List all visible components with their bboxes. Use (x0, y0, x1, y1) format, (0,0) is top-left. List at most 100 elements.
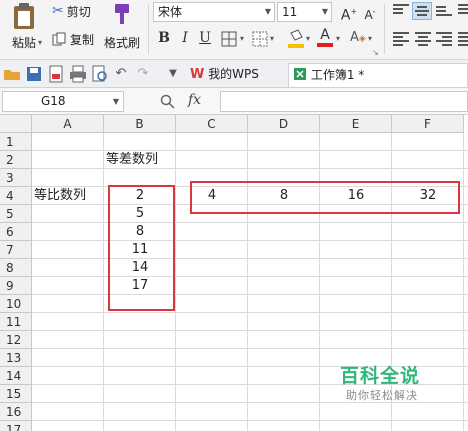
row-header-15[interactable]: 15 (0, 385, 32, 403)
ribbon-divider (384, 4, 385, 54)
chevron-down-icon[interactable]: ▾ (240, 34, 244, 43)
formula-bar: G18 ▼ fx (0, 88, 468, 115)
paste-button[interactable]: 粘贴 (4, 2, 44, 56)
copy-label: 复制 (70, 32, 95, 47)
clipboard-icon (14, 3, 34, 29)
chevron-down-icon[interactable]: ▾ (306, 34, 310, 43)
wrap-text-icon[interactable] (458, 4, 468, 18)
row-gridline (32, 150, 468, 151)
copy-button[interactable]: 复制 (52, 30, 94, 48)
font-size-value: 11 (282, 5, 298, 19)
quick-access-toolbar: ↶ ↷ ▼ W 我的WPS 工作簿1 * (0, 60, 468, 88)
row-gridline (32, 222, 468, 223)
watermark-title: 百科全说 (340, 365, 421, 387)
dialog-launcher-icon[interactable]: ↘ (372, 48, 379, 57)
row-header-16[interactable]: 16 (0, 403, 32, 421)
row-header-8[interactable]: 8 (0, 259, 32, 277)
cell-style-icon[interactable] (252, 31, 268, 47)
row-header-6[interactable]: 6 (0, 223, 32, 241)
undo-icon[interactable]: ↶ (112, 65, 130, 83)
fill-bucket-icon[interactable] (287, 29, 305, 49)
chevron-down-icon[interactable]: ▾ (368, 34, 372, 43)
row-header-11[interactable]: 11 (0, 313, 32, 331)
name-box-value: G18 (41, 94, 66, 108)
export-pdf-icon[interactable] (47, 65, 65, 83)
row-header-12[interactable]: 12 (0, 331, 32, 349)
select-all-corner[interactable] (0, 115, 32, 133)
watermark: 百科全说 助你轻松解决 (322, 355, 462, 411)
redo-icon[interactable]: ↷ (134, 65, 152, 83)
border-icon[interactable] (221, 31, 237, 47)
row-gridline (32, 294, 468, 295)
chevron-down-icon[interactable]: ▾ (270, 34, 274, 43)
watermark-subtitle: 助你轻松解决 (346, 389, 418, 402)
row-gridline (32, 348, 468, 349)
decrease-font-icon[interactable]: A- (361, 3, 379, 22)
scissors-icon: ✂ (52, 3, 64, 19)
align-right-icon[interactable] (436, 32, 452, 46)
row-header-7[interactable]: 7 (0, 241, 32, 259)
open-folder-icon[interactable] (3, 65, 21, 83)
row-header-5[interactable]: 5 (0, 205, 32, 223)
tab-my-wps-label: 我的WPS (208, 67, 259, 81)
chevron-down-icon: ▼ (112, 97, 119, 106)
column-header-d[interactable]: D (248, 115, 320, 133)
cut-button[interactable]: ✂ 剪切 (52, 2, 91, 20)
paste-dropdown-icon[interactable]: ▾ (38, 38, 42, 47)
font-name-select[interactable]: 宋体 ▼ (153, 2, 275, 22)
cell-a4[interactable]: 等比数列 (34, 187, 104, 205)
fx-icon[interactable]: fx (188, 92, 201, 108)
customize-toolbar-icon[interactable]: ▼ (164, 65, 182, 83)
print-icon[interactable] (69, 65, 87, 83)
align-left-icon[interactable] (393, 32, 409, 46)
underline-icon[interactable]: U (196, 29, 214, 47)
font-color-icon[interactable]: A (317, 28, 333, 48)
zoom-search-icon[interactable] (160, 94, 175, 109)
increase-font-icon[interactable]: A+ (340, 3, 358, 24)
row-header-13[interactable]: 13 (0, 349, 32, 367)
column-header-b[interactable]: B (104, 115, 176, 133)
geometric-sequence-highlight (190, 181, 460, 214)
column-header-e[interactable]: E (320, 115, 392, 133)
column-header-c[interactable]: C (176, 115, 248, 133)
arithmetic-sequence-highlight (108, 185, 175, 311)
row-header-17[interactable]: 17 (0, 421, 32, 431)
bold-icon[interactable]: B (155, 29, 173, 47)
brush-icon (115, 4, 129, 24)
italic-icon[interactable]: I (176, 29, 194, 47)
column-header-a[interactable]: A (32, 115, 104, 133)
font-name-value: 宋体 (158, 5, 183, 19)
font-size-select[interactable]: 11 ▼ (277, 2, 332, 22)
row-header-10[interactable]: 10 (0, 295, 32, 313)
format-painter-label: 格式刷 (103, 36, 140, 50)
clear-format-icon[interactable]: A◈ (350, 30, 366, 48)
align-bottom-icon[interactable] (436, 6, 452, 20)
spreadsheet-grid[interactable]: A B C D E F 1 2 3 4 5 6 7 8 9 10 11 12 13 14 15 16 17 等差数列 等比数… (0, 115, 468, 431)
row-header-14[interactable]: 14 (0, 367, 32, 385)
copy-icon (52, 32, 66, 46)
justify-icon[interactable] (458, 32, 468, 46)
row-header-4[interactable]: 4 (0, 187, 32, 205)
formula-input[interactable] (220, 91, 468, 112)
row-gridline (32, 168, 468, 169)
save-icon[interactable] (25, 65, 43, 83)
row-gridline (32, 420, 468, 421)
cell-b2[interactable]: 等差数列 (106, 151, 176, 169)
ribbon-divider (148, 4, 149, 54)
column-header-f[interactable]: F (392, 115, 464, 133)
row-header-9[interactable]: 9 (0, 277, 32, 295)
row-header-2[interactable]: 2 (0, 151, 32, 169)
name-box[interactable]: G18 ▼ (2, 91, 124, 112)
row-header-1[interactable]: 1 (0, 133, 32, 151)
tab-workbook[interactable]: 工作簿1 * (288, 63, 468, 87)
column-gridline (463, 133, 464, 431)
format-painter-button[interactable]: 格式刷 (101, 2, 143, 56)
print-preview-icon[interactable] (91, 65, 109, 83)
column-gridline (247, 133, 248, 431)
tab-my-wps[interactable]: W 我的WPS (186, 63, 288, 87)
align-middle-icon[interactable] (412, 2, 432, 20)
chevron-down-icon[interactable]: ▾ (336, 34, 340, 43)
align-top-icon[interactable] (393, 4, 409, 18)
row-header-3[interactable]: 3 (0, 169, 32, 187)
align-center-icon[interactable] (415, 32, 431, 46)
